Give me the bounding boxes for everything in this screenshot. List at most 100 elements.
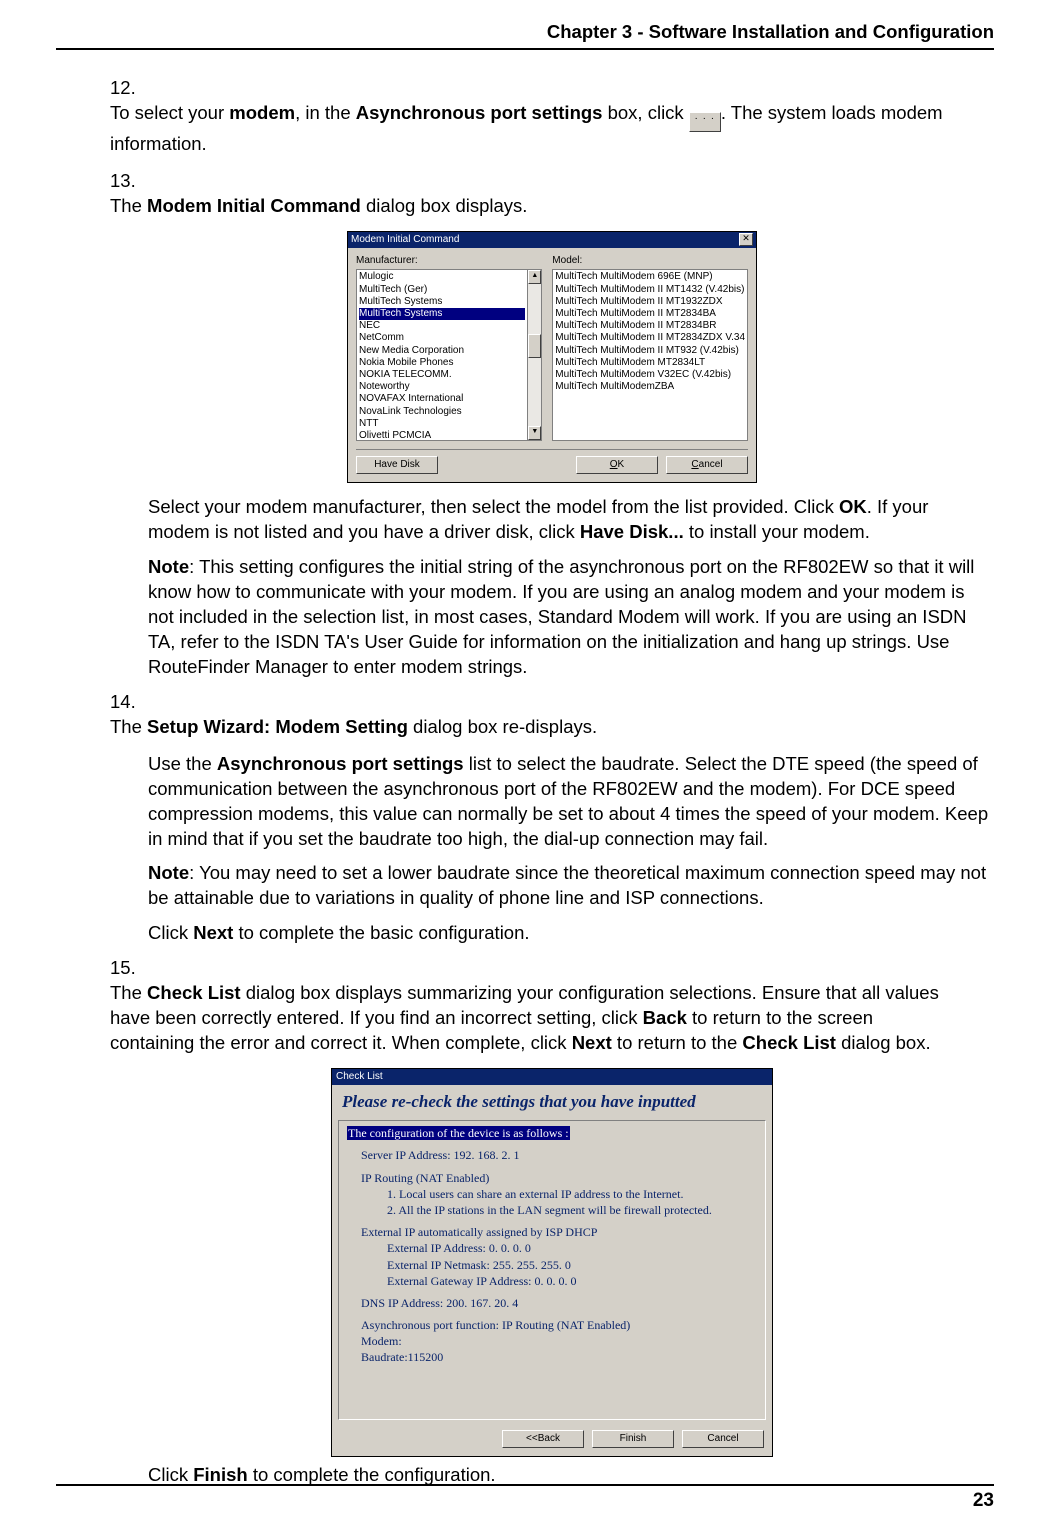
note-text: : You may need to set a lower baudrate s… xyxy=(148,862,986,908)
list-item[interactable]: MultiTech (Ger) xyxy=(359,284,525,296)
text: To select your xyxy=(110,102,229,123)
model-label: Model: xyxy=(552,254,748,268)
cancel-button[interactable]: Cancel xyxy=(666,456,748,474)
dialog-instruction: Please re-check the settings that you ha… xyxy=(332,1085,772,1120)
list-item[interactable]: Olivetti PCMCIA xyxy=(359,430,525,440)
text: box, click xyxy=(602,102,688,123)
list-item[interactable]: MultiTech MultiModemZBA xyxy=(555,381,745,393)
list-item[interactable]: NEC xyxy=(359,320,525,332)
manufacturer-label: Manufacturer: xyxy=(356,254,542,268)
list-item[interactable]: Nokia Mobile Phones xyxy=(359,357,525,369)
header-rule xyxy=(56,48,994,50)
step-13-note: Note: This setting configures the initia… xyxy=(148,555,994,680)
text: Click xyxy=(148,922,193,943)
text: The xyxy=(110,716,147,737)
list-item[interactable]: MultiTech MultiModem II MT2834ZDX V.34 xyxy=(555,332,745,344)
summary-line: 1. Local users can share an external IP … xyxy=(387,1186,757,1202)
step-number: 13. xyxy=(110,169,144,194)
text: dialog box. xyxy=(836,1032,931,1053)
list-item[interactable]: NTT xyxy=(359,418,525,430)
summary-line: Baudrate:115200 xyxy=(361,1349,757,1365)
text: to return to the xyxy=(612,1032,743,1053)
list-item[interactable]: NOKIA TELECOMM. xyxy=(359,369,525,381)
list-item[interactable]: NetComm xyxy=(359,332,525,344)
scroll-up-icon[interactable]: ▲ xyxy=(528,270,541,284)
text: to complete the configuration. xyxy=(248,1464,496,1485)
summary-line: IP Routing (NAT Enabled) xyxy=(361,1170,757,1186)
list-item[interactable]: New Media Corporation xyxy=(359,345,525,357)
step-body: To select your modem, in the Asynchronou… xyxy=(110,101,956,157)
note-label: Note xyxy=(148,556,189,577)
list-item[interactable]: MultiTech MultiModem II MT1432 (V.42bis) xyxy=(555,284,745,296)
step-12: 12. To select your modem, in the Asynchr… xyxy=(110,76,994,157)
step-number: 12. xyxy=(110,76,144,101)
dialog-titlebar: Check List xyxy=(332,1069,772,1085)
list-item[interactable]: Noteworthy xyxy=(359,381,525,393)
list-item[interactable]: MultiTech MultiModem MT2834LT xyxy=(555,357,745,369)
ok-button[interactable]: OK xyxy=(576,456,658,474)
text: Click xyxy=(148,1464,193,1485)
footer-rule xyxy=(56,1484,994,1486)
page-number: 23 xyxy=(973,1488,994,1514)
text: to complete the basic configuration. xyxy=(233,922,529,943)
bold: Asynchronous port settings xyxy=(356,102,603,123)
config-summary-textarea[interactable]: The configuration of the device is as fo… xyxy=(338,1120,766,1420)
step-body: The Setup Wizard: Modem Setting dialog b… xyxy=(110,715,956,740)
text: The xyxy=(110,982,147,1003)
step-number: 15. xyxy=(110,956,144,981)
list-item[interactable]: Mulogic xyxy=(359,271,525,283)
summary-line: External IP automatically assigned by IS… xyxy=(361,1224,757,1240)
list-item[interactable]: MultiTech Systems xyxy=(359,296,525,308)
summary-header: The configuration of the device is as fo… xyxy=(347,1126,570,1140)
summary-line: DNS IP Address: 200. 167. 20. 4 xyxy=(361,1295,757,1311)
step-body: The Modem Initial Command dialog box dis… xyxy=(110,194,956,219)
step-14-next: Click Next to complete the basic configu… xyxy=(148,921,994,946)
text: to install your modem. xyxy=(684,521,870,542)
list-item[interactable]: MultiTech MultiModem V32EC (V.42bis) xyxy=(555,369,745,381)
summary-line: Asynchronous port function: IP Routing (… xyxy=(361,1317,757,1333)
finish-button[interactable]: Finish xyxy=(592,1430,674,1448)
have-disk-button[interactable]: Have Disk xyxy=(356,456,438,474)
back-button[interactable]: <<Back xyxy=(502,1430,584,1448)
summary-line: Modem: xyxy=(361,1333,757,1349)
step-15: 15. The Check List dialog box displays s… xyxy=(110,956,994,1056)
text: Select your modem manufacturer, then sel… xyxy=(148,496,839,517)
step-14-note: Note: You may need to set a lower baudra… xyxy=(148,861,994,911)
list-item[interactable]: MultiTech MultiModem II MT1932ZDX xyxy=(555,296,745,308)
list-item[interactable]: NOVAFAX International xyxy=(359,393,525,405)
list-item[interactable]: MultiTech MultiModem II MT2834BA xyxy=(555,308,745,320)
bold: Check List xyxy=(147,982,241,1003)
check-list-dialog: Check List Please re-check the settings … xyxy=(331,1068,773,1456)
step-13: 13. The Modem Initial Command dialog box… xyxy=(110,169,994,219)
summary-line: Server IP Address: 192. 168. 2. 1 xyxy=(361,1147,757,1163)
ellipsis-button-icon: · · · xyxy=(689,112,721,132)
step-14-para: Use the Asynchronous port settings list … xyxy=(148,752,994,852)
scroll-down-icon[interactable]: ▼ xyxy=(528,426,541,440)
bold: Check List xyxy=(742,1032,836,1053)
dialog-title: Check List xyxy=(336,1071,383,1082)
note-text: : This setting configures the initial st… xyxy=(148,556,974,677)
scrollbar[interactable]: ▲ ▼ xyxy=(527,270,541,440)
bold: Setup Wizard: Modem Setting xyxy=(147,716,408,737)
step-14: 14. The Setup Wizard: Modem Setting dial… xyxy=(110,690,994,740)
bold: Have Disk... xyxy=(580,521,684,542)
cancel-button[interactable]: Cancel xyxy=(682,1430,764,1448)
model-listbox[interactable]: MultiTech MultiModem 696E (MNP)MultiTech… xyxy=(552,269,748,441)
list-item[interactable]: MultiTech MultiModem II MT2834BR xyxy=(555,320,745,332)
page-content: 12. To select your modem, in the Asynchr… xyxy=(110,70,994,1498)
manufacturer-listbox[interactable]: MulogicMultiTech (Ger)MultiTech SystemsM… xyxy=(356,269,542,441)
list-item[interactable]: MultiTech MultiModem II MT932 (V.42bis) xyxy=(555,345,745,357)
list-item[interactable]: NovaLink Technologies xyxy=(359,406,525,418)
bold: Next xyxy=(572,1032,612,1053)
close-icon[interactable]: ✕ xyxy=(739,233,753,246)
bold: OK xyxy=(839,496,867,517)
list-item[interactable]: MultiTech MultiModem 696E (MNP) xyxy=(555,271,745,283)
bold: Modem Initial Command xyxy=(147,195,361,216)
scroll-thumb[interactable] xyxy=(528,334,541,358)
bold: Asynchronous port settings xyxy=(217,753,464,774)
text: dialog box re-displays. xyxy=(408,716,597,737)
step-number: 14. xyxy=(110,690,144,715)
step-13-para: Select your modem manufacturer, then sel… xyxy=(148,495,994,545)
list-item[interactable]: MultiTech Systems xyxy=(359,308,525,320)
modem-initial-command-dialog: Modem Initial Command ✕ Manufacturer: Mu… xyxy=(347,231,757,483)
